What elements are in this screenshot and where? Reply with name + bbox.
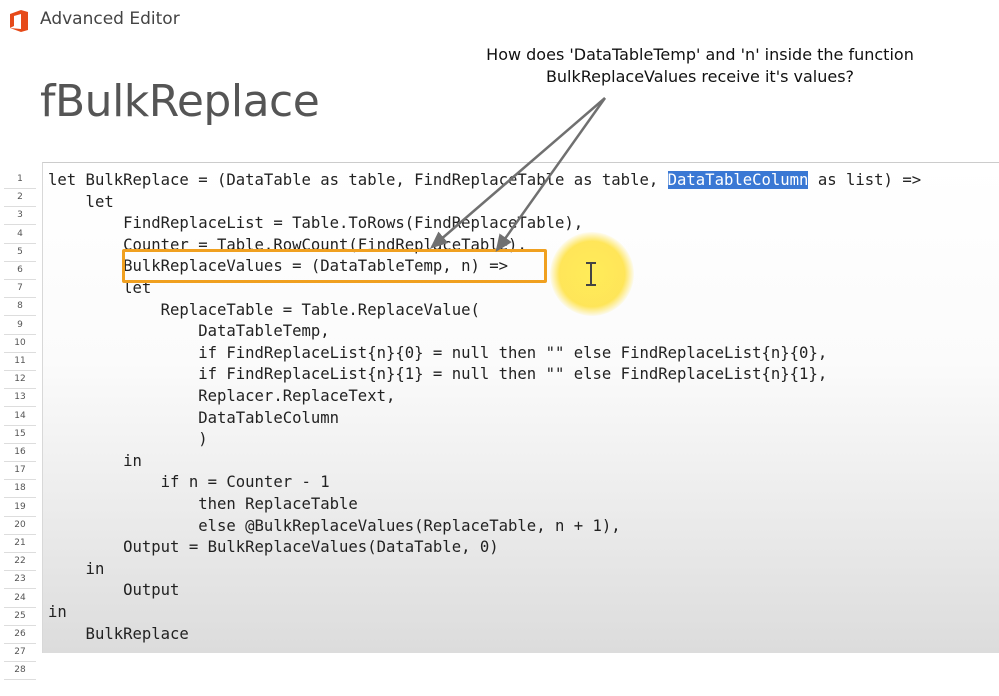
code-line[interactable]: let <box>48 192 114 214</box>
line-number: 13 <box>4 389 36 408</box>
line-number: 19 <box>4 499 36 517</box>
title-bar: Advanced Editor <box>0 0 999 42</box>
line-number: 24 <box>4 590 36 608</box>
annotation-line-2: BulkReplaceValues receive it's values? <box>545 67 855 86</box>
code-editor[interactable]: 1 2 3 4 5 6 7 8 9 10 11 12 13 14 15 16 17 18 19 20 21 22 23 24 2… <box>0 162 999 696</box>
code-line[interactable]: let BulkReplace = (DataTable as table, F… <box>48 170 921 192</box>
line-number: 25 <box>4 608 36 626</box>
line-number: 23 <box>4 571 36 590</box>
code-line[interactable]: DataTableColumn <box>48 408 339 430</box>
code-line[interactable]: Output = BulkReplaceValues(DataTable, 0) <box>48 537 499 559</box>
line-number-gutter: 1 2 3 4 5 6 7 8 9 10 11 12 13 14 15 16 17 18 19 20 21 22 23 24 2… <box>0 162 40 696</box>
code-line[interactable]: if n = Counter - 1 <box>48 472 330 494</box>
code-line[interactable]: ) <box>48 429 207 451</box>
line-number: 1 <box>4 171 36 189</box>
line-number: 6 <box>4 262 36 280</box>
line-number: 21 <box>4 535 36 553</box>
code-line[interactable]: if FindReplaceList{n}{0} = null then "" … <box>48 343 827 365</box>
line-number: 28 <box>4 662 36 681</box>
code-line[interactable]: if FindReplaceList{n}{1} = null then "" … <box>48 364 827 386</box>
line-number: 22 <box>4 553 36 572</box>
text-cursor-icon <box>586 262 596 286</box>
line-number: 10 <box>4 335 36 353</box>
annotation-callout: How does 'DataTableTemp' and 'n' inside … <box>440 44 960 88</box>
highlight-box <box>122 249 547 283</box>
code-line[interactable]: in <box>48 559 105 581</box>
selected-text[interactable]: DataTableColumn <box>667 171 809 189</box>
code-text: as list) => <box>808 171 922 189</box>
line-number: 26 <box>4 626 36 644</box>
line-number: 7 <box>4 280 36 299</box>
code-line[interactable]: in <box>48 451 142 473</box>
line-number: 15 <box>4 426 36 444</box>
line-number: 2 <box>4 189 36 208</box>
line-number: 17 <box>4 462 36 481</box>
line-number: 3 <box>4 207 36 226</box>
window-title: Advanced Editor <box>40 9 180 29</box>
line-number: 9 <box>4 317 36 335</box>
line-number: 11 <box>4 353 36 371</box>
line-number: 5 <box>4 244 36 262</box>
code-text: let BulkReplace = (DataTable as table, F… <box>48 171 668 189</box>
code-line[interactable]: BulkReplace <box>48 624 189 646</box>
query-name: fBulkReplace <box>40 76 320 127</box>
annotation-line-1: How does 'DataTableTemp' and 'n' inside … <box>486 45 914 64</box>
code-line[interactable]: else @BulkReplaceValues(ReplaceTable, n … <box>48 516 620 538</box>
line-number: 20 <box>4 517 36 535</box>
code-line[interactable]: ReplaceTable = Table.ReplaceValue( <box>48 300 480 322</box>
office-logo-icon <box>10 10 28 32</box>
line-number: 12 <box>4 371 36 390</box>
line-number: 16 <box>4 444 36 462</box>
line-number: 18 <box>4 480 36 499</box>
line-number: 8 <box>4 298 36 317</box>
code-line[interactable]: then ReplaceTable <box>48 494 358 516</box>
line-number: 27 <box>4 644 36 663</box>
code-line[interactable]: Output <box>48 580 179 602</box>
line-number: 4 <box>4 226 36 244</box>
line-number: 14 <box>4 408 36 426</box>
code-line[interactable]: FindReplaceList = Table.ToRows(FindRepla… <box>48 213 583 235</box>
code-line[interactable]: DataTableTemp, <box>48 321 329 343</box>
code-line[interactable]: in <box>48 602 67 624</box>
code-line[interactable]: Replacer.ReplaceText, <box>48 386 395 408</box>
